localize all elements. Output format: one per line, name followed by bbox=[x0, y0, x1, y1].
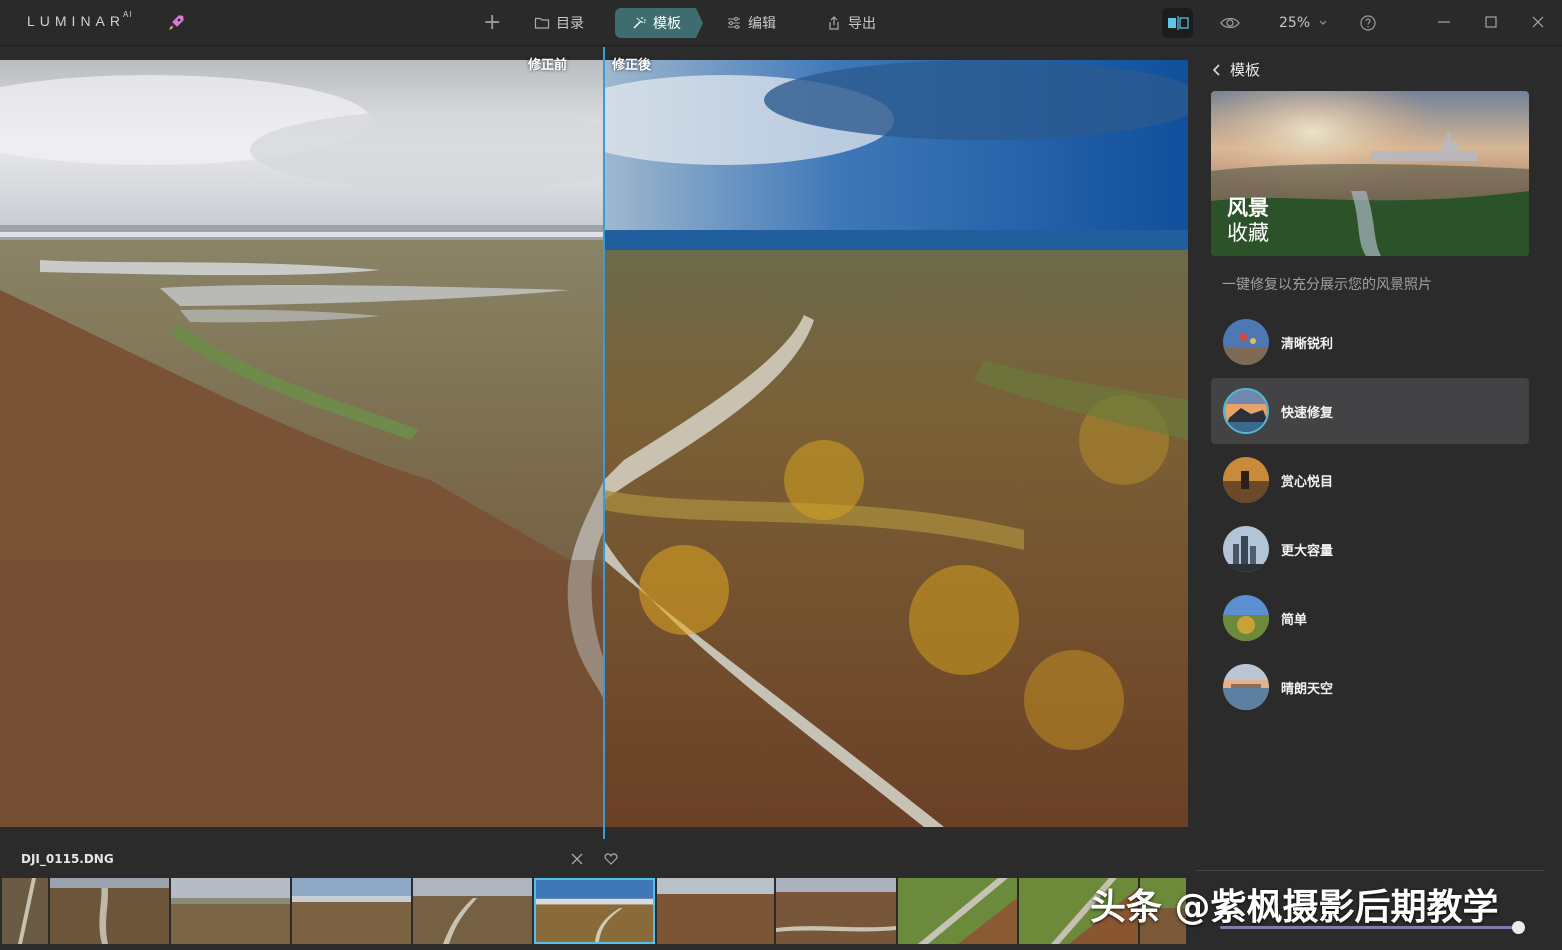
preset-thumbnail bbox=[1223, 595, 1269, 641]
panel-divider bbox=[1196, 870, 1544, 871]
thumbnail-size-slider[interactable] bbox=[1220, 926, 1518, 929]
magic-wand-icon bbox=[633, 17, 646, 29]
help-icon[interactable] bbox=[1357, 12, 1379, 34]
preset-item-clear-sky[interactable]: 晴朗天空 bbox=[1211, 654, 1529, 720]
photo-canvas[interactable]: 修正前 修正後 bbox=[0, 47, 1200, 839]
compare-icon bbox=[1167, 16, 1189, 30]
folder-icon bbox=[534, 17, 550, 29]
chevron-left-icon bbox=[1212, 63, 1220, 76]
filmstrip-thumbnail-selected[interactable] bbox=[534, 878, 655, 944]
filmstrip-header: DJI_0115.DNG bbox=[0, 840, 1200, 876]
add-photos-button[interactable]: + bbox=[483, 12, 501, 34]
preset-thumbnail bbox=[1223, 319, 1269, 365]
luminar-window: LUMINARAI + 目录 模板 编辑 导出 25% 修正前 修正後 模板 风… bbox=[0, 0, 1562, 950]
eye-icon[interactable] bbox=[1219, 12, 1241, 34]
slider-handle[interactable] bbox=[1512, 921, 1525, 934]
share-icon bbox=[829, 16, 839, 30]
maximize-icon[interactable] bbox=[1483, 14, 1499, 30]
before-label: 修正前 bbox=[528, 58, 568, 73]
sliders-icon bbox=[728, 17, 740, 29]
zoom-dropdown[interactable]: 25% bbox=[1279, 15, 1328, 31]
nav-edit-button[interactable]: 编辑 bbox=[726, 8, 776, 38]
preset-item-clear-sharp[interactable]: 清晰锐利 bbox=[1211, 309, 1529, 375]
filmstrip-thumbnail[interactable] bbox=[171, 878, 290, 944]
chevron-down-icon bbox=[1319, 20, 1327, 25]
preset-thumbnail bbox=[1223, 457, 1269, 503]
filmstrip-thumbnail[interactable] bbox=[657, 878, 774, 944]
preset-item-pleasing[interactable]: 赏心悦目 bbox=[1211, 447, 1529, 513]
preset-thumbnail bbox=[1223, 388, 1269, 434]
current-filename: DJI_0115.DNG bbox=[21, 852, 114, 866]
filmstrip-thumbnail[interactable] bbox=[776, 878, 896, 944]
preset-item-more-volume[interactable]: 更大容量 bbox=[1211, 516, 1529, 582]
close-icon[interactable] bbox=[1530, 14, 1546, 30]
preset-item-simple[interactable]: 简单 bbox=[1211, 585, 1529, 651]
filmstrip-thumbnail[interactable] bbox=[898, 878, 1017, 944]
panel-title: 模板 bbox=[1230, 61, 1261, 79]
filmstrip-thumbnail[interactable] bbox=[2, 878, 48, 944]
watermark-text: 头条 @紫枫摄影后期教学 bbox=[1090, 887, 1499, 928]
preset-thumbnail bbox=[1223, 526, 1269, 572]
collection-description: 一键修复以充分展示您的风景照片 bbox=[1222, 277, 1432, 293]
after-label: 修正後 bbox=[612, 58, 652, 73]
split-divider[interactable] bbox=[603, 47, 605, 839]
nav-templates-button[interactable]: 模板 bbox=[615, 8, 703, 38]
filmstrip-thumbnail[interactable] bbox=[292, 878, 411, 944]
minimize-icon[interactable] bbox=[1436, 14, 1452, 30]
hero-subtitle: 收藏 bbox=[1227, 221, 1269, 245]
collection-hero-card[interactable]: 风景 收藏 bbox=[1211, 91, 1529, 256]
nav-catalog-button[interactable]: 目录 bbox=[534, 8, 584, 38]
templates-panel: 模板 风景 收藏 一键修复以充分展示您的风景照片 清晰锐利 快速修复 赏心悦目 … bbox=[1196, 47, 1562, 869]
before-image bbox=[0, 60, 604, 827]
hero-title: 风景 bbox=[1227, 196, 1269, 220]
filmstrip-thumbnail[interactable] bbox=[413, 878, 532, 944]
rocket-icon[interactable] bbox=[166, 13, 186, 33]
preset-item-quick-fix[interactable]: 快速修复 bbox=[1211, 378, 1529, 444]
heart-icon[interactable] bbox=[604, 852, 618, 866]
nav-export-button[interactable]: 导出 bbox=[826, 8, 876, 38]
after-image bbox=[604, 60, 1188, 827]
before-after-toggle[interactable] bbox=[1162, 8, 1193, 38]
filmstrip-thumbnail[interactable] bbox=[50, 878, 169, 944]
preset-thumbnail bbox=[1223, 664, 1269, 710]
close-icon[interactable] bbox=[570, 852, 584, 866]
panel-back-button[interactable]: 模板 bbox=[1212, 59, 1260, 80]
app-logo: LUMINARAI bbox=[27, 10, 133, 29]
top-toolbar: LUMINARAI + 目录 模板 编辑 导出 25% bbox=[0, 0, 1562, 46]
